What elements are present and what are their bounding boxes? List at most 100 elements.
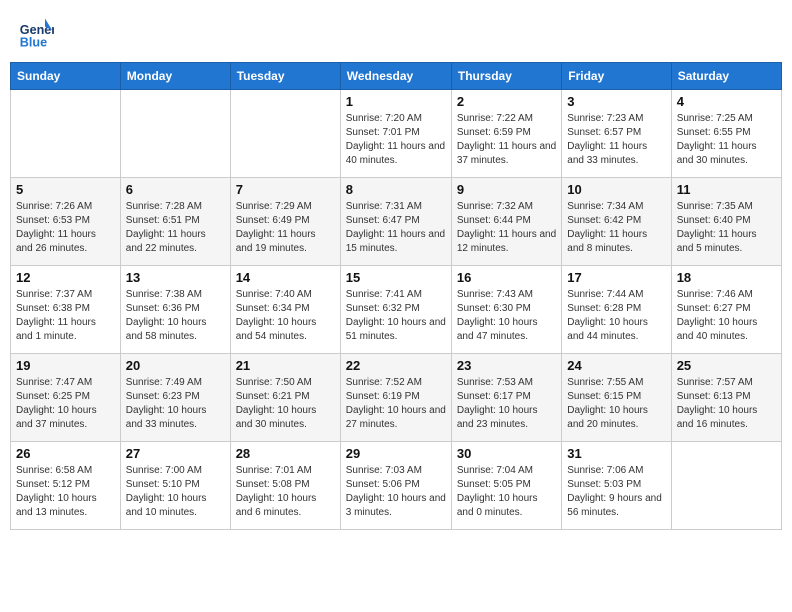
calendar-cell: 4 Sunrise: 7:25 AM Sunset: 6:55 PM Daylig… [671, 90, 781, 178]
day-number: 8 [346, 182, 446, 197]
calendar-cell: 3 Sunrise: 7:23 AM Sunset: 6:57 PM Daylig… [562, 90, 671, 178]
day-info: Sunrise: 7:03 AM Sunset: 5:06 PM Dayligh… [346, 464, 446, 520]
day-info: Sunrise: 7:29 AM Sunset: 6:49 PM Dayligh… [236, 200, 335, 256]
svg-text:Blue: Blue [20, 35, 47, 49]
day-number: 29 [346, 446, 446, 461]
day-number: 20 [126, 358, 225, 373]
calendar-cell: 30 Sunrise: 7:04 AM Sunset: 5:05 PM Dayli… [451, 442, 561, 530]
day-info: Sunrise: 7:57 AM Sunset: 6:13 PM Dayligh… [677, 376, 776, 432]
day-info: Sunrise: 7:53 AM Sunset: 6:17 PM Dayligh… [457, 376, 556, 432]
weekday-header-row: SundayMondayTuesdayWednesdayThursdayFrid… [11, 63, 782, 90]
day-info: Sunrise: 7:26 AM Sunset: 6:53 PM Dayligh… [16, 200, 115, 256]
calendar-cell [120, 90, 230, 178]
calendar-cell: 23 Sunrise: 7:53 AM Sunset: 6:17 PM Dayli… [451, 354, 561, 442]
calendar-cell: 15Sunrise: 7:41 AM Sunset: 6:32 PM Dayli… [340, 266, 451, 354]
calendar-cell: 1 Sunrise: 7:20 AM Sunset: 7:01 PM Daylig… [340, 90, 451, 178]
day-info: Sunrise: 7:55 AM Sunset: 6:15 PM Dayligh… [567, 376, 665, 432]
day-info: Sunrise: 7:28 AM Sunset: 6:51 PM Dayligh… [126, 200, 225, 256]
day-number: 30 [457, 446, 556, 461]
day-info: Sunrise: 7:01 AM Sunset: 5:08 PM Dayligh… [236, 464, 335, 520]
calendar-cell [11, 90, 121, 178]
day-info: Sunrise: 7:06 AM Sunset: 5:03 PM Dayligh… [567, 464, 665, 520]
weekday-header-wednesday: Wednesday [340, 63, 451, 90]
calendar-cell: 6 Sunrise: 7:28 AM Sunset: 6:51 PM Daylig… [120, 178, 230, 266]
day-info: Sunrise: 7:25 AM Sunset: 6:55 PM Dayligh… [677, 112, 776, 168]
weekday-header-saturday: Saturday [671, 63, 781, 90]
day-number: 16 [457, 270, 556, 285]
day-number: 23 [457, 358, 556, 373]
day-number: 13 [126, 270, 225, 285]
day-number: 11 [677, 182, 776, 197]
logo: General Blue [18, 14, 56, 50]
day-number: 14 [236, 270, 335, 285]
day-number: 26 [16, 446, 115, 461]
calendar-cell: 21 Sunrise: 7:50 AM Sunset: 6:21 PM Dayli… [230, 354, 340, 442]
day-info: Sunrise: 7:43 AM Sunset: 6:30 PM Dayligh… [457, 288, 556, 344]
day-info: Sunrise: 7:52 AM Sunset: 6:19 PM Dayligh… [346, 376, 446, 432]
calendar-cell: 29 Sunrise: 7:03 AM Sunset: 5:06 PM Dayli… [340, 442, 451, 530]
calendar-cell: 24 Sunrise: 7:55 AM Sunset: 6:15 PM Dayli… [562, 354, 671, 442]
week-row-4: 19 Sunrise: 7:47 AM Sunset: 6:25 PM Dayli… [11, 354, 782, 442]
logo-icon: General Blue [18, 14, 54, 50]
calendar-cell: 18Sunrise: 7:46 AM Sunset: 6:27 PM Dayli… [671, 266, 781, 354]
day-info: Sunrise: 7:35 AM Sunset: 6:40 PM Dayligh… [677, 200, 776, 256]
calendar-cell: 10Sunrise: 7:34 AM Sunset: 6:42 PM Dayli… [562, 178, 671, 266]
day-number: 19 [16, 358, 115, 373]
day-info: Sunrise: 7:50 AM Sunset: 6:21 PM Dayligh… [236, 376, 335, 432]
weekday-header-tuesday: Tuesday [230, 63, 340, 90]
calendar-cell: 2Sunrise: 7:22 AM Sunset: 6:59 PM Daylig… [451, 90, 561, 178]
calendar-cell: 28 Sunrise: 7:01 AM Sunset: 5:08 PM Dayli… [230, 442, 340, 530]
calendar-cell: 17 Sunrise: 7:44 AM Sunset: 6:28 PM Dayli… [562, 266, 671, 354]
day-number: 21 [236, 358, 335, 373]
page-header: General Blue [10, 10, 782, 54]
day-info: Sunrise: 7:46 AM Sunset: 6:27 PM Dayligh… [677, 288, 776, 344]
week-row-3: 12Sunrise: 7:37 AM Sunset: 6:38 PM Dayli… [11, 266, 782, 354]
calendar-cell: 25 Sunrise: 7:57 AM Sunset: 6:13 PM Dayli… [671, 354, 781, 442]
day-number: 6 [126, 182, 225, 197]
week-row-1: 1 Sunrise: 7:20 AM Sunset: 7:01 PM Daylig… [11, 90, 782, 178]
day-info: Sunrise: 7:04 AM Sunset: 5:05 PM Dayligh… [457, 464, 556, 520]
day-number: 7 [236, 182, 335, 197]
weekday-header-friday: Friday [562, 63, 671, 90]
day-number: 9 [457, 182, 556, 197]
calendar-cell: 20Sunrise: 7:49 AM Sunset: 6:23 PM Dayli… [120, 354, 230, 442]
week-row-5: 26 Sunrise: 6:58 AM Sunset: 5:12 PM Dayli… [11, 442, 782, 530]
day-info: Sunrise: 7:40 AM Sunset: 6:34 PM Dayligh… [236, 288, 335, 344]
calendar-cell: 13 Sunrise: 7:38 AM Sunset: 6:36 PM Dayli… [120, 266, 230, 354]
day-number: 5 [16, 182, 115, 197]
calendar-cell: 11 Sunrise: 7:35 AM Sunset: 6:40 PM Dayli… [671, 178, 781, 266]
calendar-cell [230, 90, 340, 178]
calendar-cell: 5 Sunrise: 7:26 AM Sunset: 6:53 PM Daylig… [11, 178, 121, 266]
day-number: 12 [16, 270, 115, 285]
day-number: 3 [567, 94, 665, 109]
day-number: 4 [677, 94, 776, 109]
day-info: Sunrise: 7:31 AM Sunset: 6:47 PM Dayligh… [346, 200, 446, 256]
day-info: Sunrise: 7:47 AM Sunset: 6:25 PM Dayligh… [16, 376, 115, 432]
day-info: Sunrise: 7:22 AM Sunset: 6:59 PM Dayligh… [457, 112, 556, 168]
day-info: Sunrise: 7:38 AM Sunset: 6:36 PM Dayligh… [126, 288, 225, 344]
day-number: 24 [567, 358, 665, 373]
day-number: 25 [677, 358, 776, 373]
day-info: Sunrise: 7:20 AM Sunset: 7:01 PM Dayligh… [346, 112, 446, 168]
calendar-cell [671, 442, 781, 530]
calendar-cell: 27Sunrise: 7:00 AM Sunset: 5:10 PM Dayli… [120, 442, 230, 530]
calendar-table: SundayMondayTuesdayWednesdayThursdayFrid… [10, 62, 782, 530]
day-number: 28 [236, 446, 335, 461]
day-info: Sunrise: 7:23 AM Sunset: 6:57 PM Dayligh… [567, 112, 665, 168]
calendar-cell: 14 Sunrise: 7:40 AM Sunset: 6:34 PM Dayli… [230, 266, 340, 354]
calendar-cell: 7 Sunrise: 7:29 AM Sunset: 6:49 PM Daylig… [230, 178, 340, 266]
calendar-cell: 31Sunrise: 7:06 AM Sunset: 5:03 PM Dayli… [562, 442, 671, 530]
day-number: 1 [346, 94, 446, 109]
calendar-cell: 12Sunrise: 7:37 AM Sunset: 6:38 PM Dayli… [11, 266, 121, 354]
day-number: 17 [567, 270, 665, 285]
day-number: 27 [126, 446, 225, 461]
day-info: Sunrise: 7:44 AM Sunset: 6:28 PM Dayligh… [567, 288, 665, 344]
weekday-header-monday: Monday [120, 63, 230, 90]
calendar-cell: 26 Sunrise: 6:58 AM Sunset: 5:12 PM Dayli… [11, 442, 121, 530]
calendar-cell: 8 Sunrise: 7:31 AM Sunset: 6:47 PM Daylig… [340, 178, 451, 266]
day-info: Sunrise: 7:41 AM Sunset: 6:32 PM Dayligh… [346, 288, 446, 344]
day-info: Sunrise: 6:58 AM Sunset: 5:12 PM Dayligh… [16, 464, 115, 520]
week-row-2: 5 Sunrise: 7:26 AM Sunset: 6:53 PM Daylig… [11, 178, 782, 266]
day-number: 10 [567, 182, 665, 197]
weekday-header-thursday: Thursday [451, 63, 561, 90]
